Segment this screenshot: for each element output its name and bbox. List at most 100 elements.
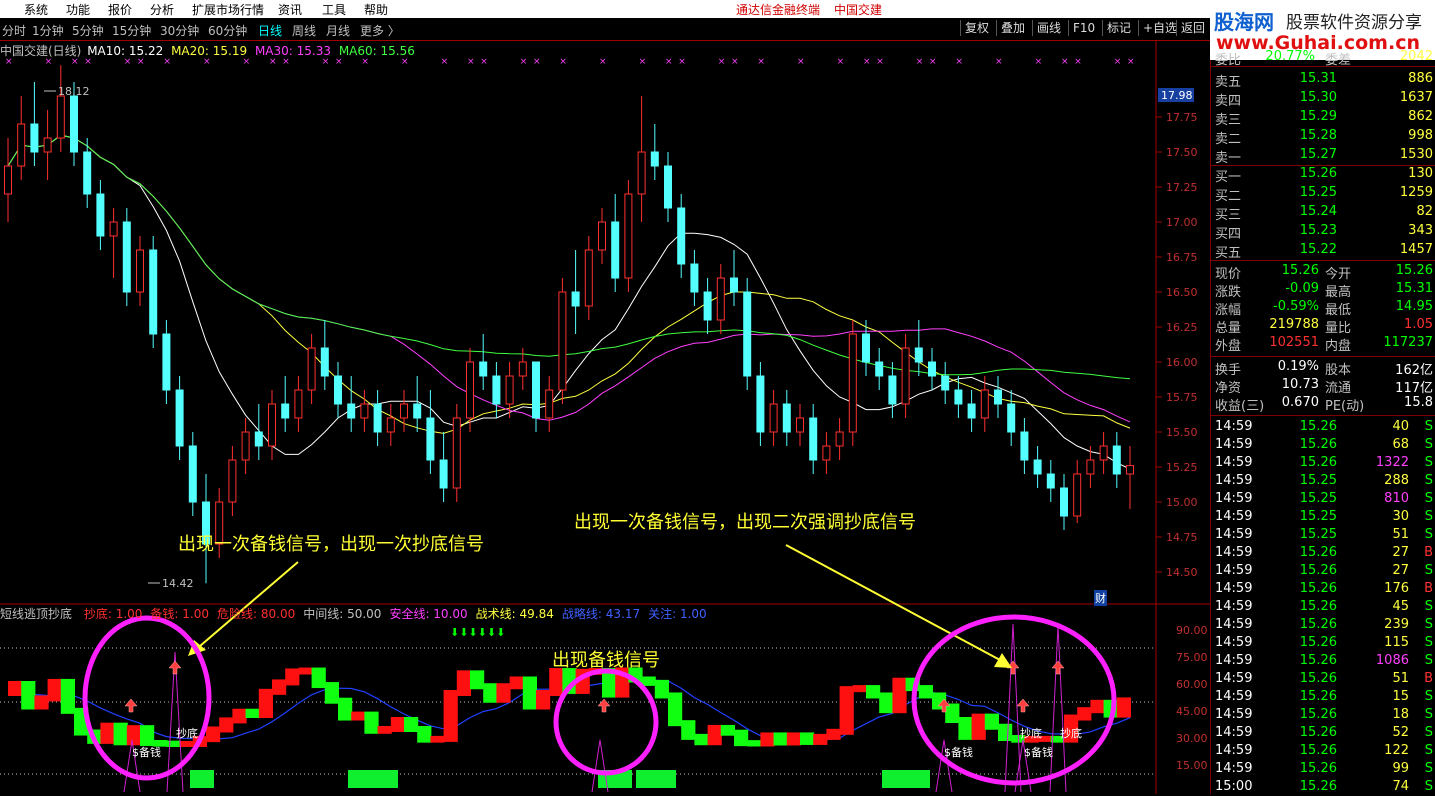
candle-body [1020, 431, 1029, 461]
indicator-legend: 短线逃顶抄底 抄底: 1.00 备钱: 1.00 危险线: 80.00 中间线: 50… [0, 605, 707, 622]
signal-x-mark: × [876, 57, 884, 67]
menu-item-help[interactable]: 帮助 [364, 1, 388, 18]
tactical-block [654, 679, 669, 699]
annotation-middle: 出现备钱信号 [552, 650, 660, 671]
back-button[interactable]: 返回 [1176, 20, 1209, 36]
overlay-button[interactable]: 叠加 [996, 20, 1029, 36]
tick-row: 14:59 15.26 40 S [1211, 418, 1435, 436]
bottom-signal-bar [636, 770, 676, 788]
menu-item-system[interactable]: 系统 [24, 1, 48, 18]
ask-row: 卖一 15.27 1530 [1211, 146, 1435, 166]
tab-5min[interactable]: 5分钟 [72, 22, 104, 39]
signal-x-mark: × [1035, 57, 1043, 67]
tab-15min[interactable]: 15分钟 [112, 22, 151, 39]
bid-row-cell: 15.22 [1299, 242, 1337, 257]
price-tick-label: 17.75 [1166, 111, 1198, 124]
menu-item-quote[interactable]: 报价 [108, 1, 132, 18]
tick-row: 14:59 15.25 30 S [1211, 508, 1435, 526]
candle-body [571, 291, 580, 307]
tab-1min[interactable]: 1分钟 [32, 22, 64, 39]
fuquan-button[interactable]: 复权 [960, 20, 993, 36]
tick-row-cell: S [1424, 491, 1433, 506]
weibi-row: 委比 20.77% 委差 2042 [1211, 48, 1435, 68]
menu-item-ext-market[interactable]: 扩展市场行情 [192, 1, 264, 18]
stat-row: 总量 219788 量比 1.05 [1211, 316, 1435, 336]
draw-line-button[interactable]: 画线 [1032, 20, 1065, 36]
tick-row-cell: S [1424, 617, 1433, 632]
tick-row-cell: 15.26 [1299, 671, 1337, 686]
menu-item-news[interactable]: 资讯 [278, 1, 302, 18]
menu-item-analysis[interactable]: 分析 [150, 1, 174, 18]
indicator-legend-item: 备钱: 1.00 [150, 607, 209, 621]
menu-item-function[interactable]: 功能 [66, 1, 90, 18]
tick-row-cell: 15.26 [1299, 563, 1337, 578]
candle-body [70, 95, 78, 153]
candle-body [109, 221, 118, 237]
candle-body [518, 361, 527, 377]
mark-button[interactable]: 标记 [1102, 20, 1135, 36]
indicator-title: 短线逃顶抄底 [0, 607, 73, 621]
candle-body [954, 389, 963, 405]
bid-row: 买三 15.24 82 [1211, 203, 1435, 223]
ask-row-cell: 998 [1408, 128, 1433, 143]
price-tick-label: 17.25 [1166, 181, 1198, 194]
indicator-legend-item: 中间线: 50.00 [303, 607, 382, 621]
fund-row-cell: 15.8 [1404, 395, 1433, 410]
tab-monthly[interactable]: 月线 [326, 22, 350, 39]
bid-row-cell: 1457 [1399, 242, 1433, 257]
tick-row-cell: 40 [1392, 419, 1409, 434]
candle-body [334, 375, 342, 405]
f10-button[interactable]: F10 [1068, 20, 1099, 36]
tick-row-cell: 1086 [1375, 653, 1409, 668]
candle-body [439, 459, 448, 489]
tactical-block [1077, 707, 1092, 721]
candle-body [228, 459, 237, 503]
tick-row-cell: 30 [1392, 509, 1409, 524]
quote-panel: 委比 20.77% 委差 2042 卖五 15.31 886 卖四 15.30 1637 卖三 15.… [1210, 49, 1435, 794]
tactical-block [984, 713, 999, 730]
tab-30min[interactable]: 30分钟 [160, 22, 199, 39]
tick-row-cell: 52 [1392, 725, 1409, 740]
tick-row: 14:59 15.26 1322 S [1211, 454, 1435, 472]
current-price-label: 17.98 [1161, 89, 1193, 102]
indicator-tick-label: 60.00 [1176, 678, 1208, 691]
tick-row-cell: S [1424, 527, 1433, 542]
tactical-block [456, 670, 471, 696]
signal-beiqian-label: $备钱 [944, 745, 973, 759]
candle-body [96, 193, 105, 237]
tick-row-cell: 15.26 [1299, 725, 1337, 740]
tab-weekly[interactable]: 周线 [292, 22, 316, 39]
ask-row-cell: 15.28 [1299, 128, 1337, 143]
candle-body [941, 375, 950, 391]
stat-row-cell: 15.31 [1395, 281, 1433, 296]
candle-body [479, 361, 488, 377]
add-favorite-button[interactable]: +自选 [1138, 20, 1181, 36]
tick-row-cell: B [1424, 581, 1433, 596]
tick-row: 14:59 15.26 68 S [1211, 436, 1435, 454]
tactical-block [720, 724, 735, 736]
tab-more[interactable]: 更多 〉 [360, 22, 400, 39]
tick-row: 14:59 15.26 1086 S [1211, 652, 1435, 670]
tab-60min[interactable]: 60分钟 [208, 22, 247, 39]
kline-chart[interactable]: 17.75 17.50 17.25 17.00 16.75 16.50 16.25 16.00… [0, 40, 1210, 794]
tab-daily[interactable]: 日线 [258, 22, 282, 39]
finance-marker[interactable]: 财 [1094, 590, 1107, 606]
tick-row-cell: 51 [1392, 527, 1409, 542]
candle-body [162, 333, 171, 391]
fund-row: 收益(三) 0.670 PE(动) 15.8 [1211, 394, 1435, 414]
tick-row-cell: 14:59 [1215, 581, 1253, 596]
tick-row-cell: 15.26 [1299, 743, 1337, 758]
menu-item-tools[interactable]: 工具 [322, 1, 346, 18]
ask-row: 卖三 15.29 862 [1211, 108, 1435, 128]
bottom-signal-bar [348, 770, 398, 788]
signal-x-mark: × [599, 57, 607, 67]
tick-row-cell: 15.26 [1299, 707, 1337, 722]
tick-row-cell: S [1424, 707, 1433, 722]
tick-row-cell: 68 [1392, 437, 1409, 452]
tab-fenshi[interactable]: 分时 [2, 22, 26, 39]
candle-body [452, 417, 461, 489]
signal-x-mark: × [639, 57, 647, 67]
candle-body [43, 137, 52, 153]
weibi-row-cell: 2042 [1399, 49, 1433, 64]
ask-row-cell: 15.30 [1299, 90, 1337, 105]
